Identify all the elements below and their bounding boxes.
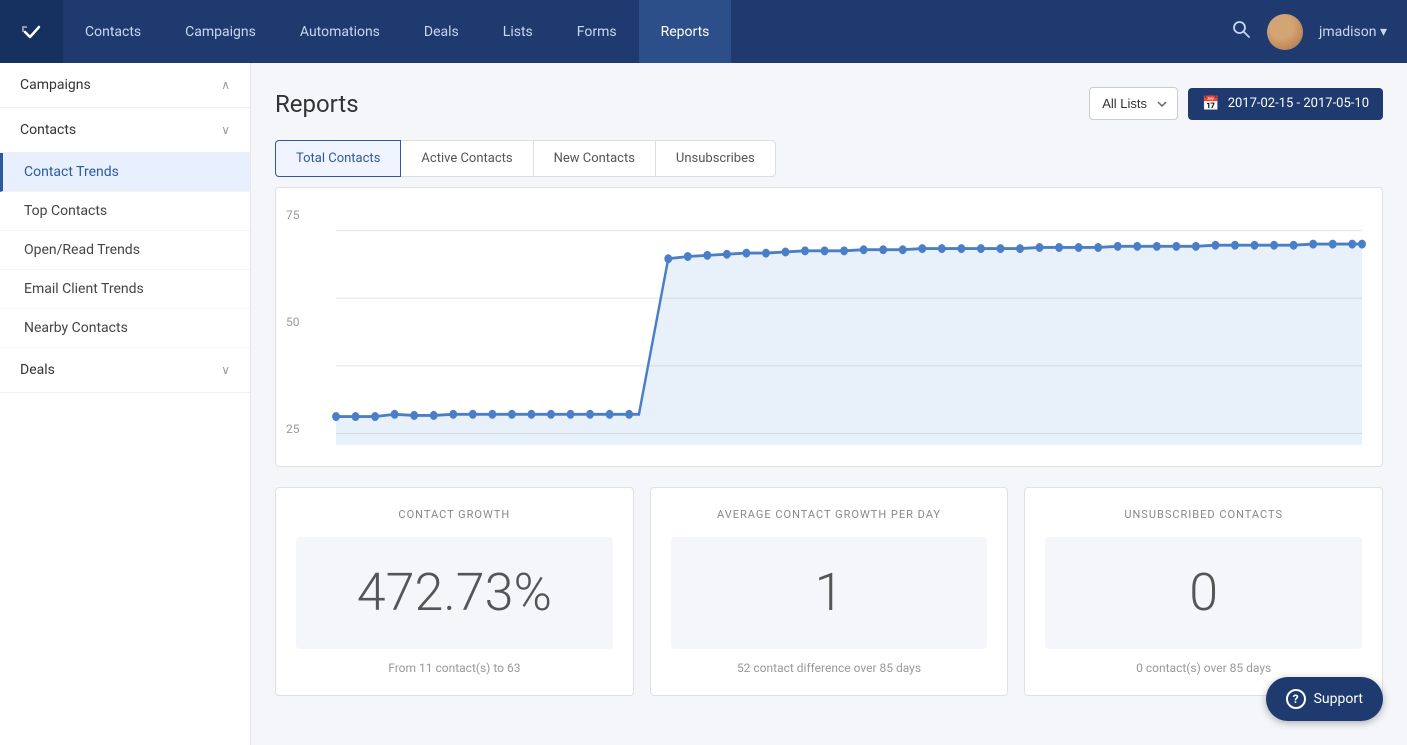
stat-growth-value: 472.73% xyxy=(316,567,593,619)
sidebar-section-campaigns[interactable]: Campaigns ∧ xyxy=(0,63,250,108)
tab-active-contacts[interactable]: Active Contacts xyxy=(400,140,533,177)
deals-chevron: ∨ xyxy=(221,363,230,377)
date-range-text: 2017-02-15 - 2017-05-10 xyxy=(1228,96,1369,111)
stat-avg-box: 1 xyxy=(671,537,988,649)
page-header: Reports All Lists 📅 2017-02-15 - 2017-05… xyxy=(275,87,1383,120)
stat-unsub-label: UNSUBSCRIBED CONTACTS xyxy=(1045,508,1362,521)
nav-deals[interactable]: Deals xyxy=(402,0,481,63)
sidebar-item-email-client-trends[interactable]: Email Client Trends xyxy=(0,270,250,309)
nav-reports[interactable]: Reports xyxy=(639,0,732,63)
sidebar-item-contact-trends[interactable]: Contact Trends xyxy=(0,153,250,192)
main-layout: Campaigns ∧ Contacts ∨ Contact Trends To… xyxy=(0,63,1407,745)
stat-unsub-sub: 0 contact(s) over 85 days xyxy=(1045,661,1362,675)
stat-growth-box: 472.73% xyxy=(296,537,613,649)
chart-y-axis: 75 50 25 xyxy=(286,208,305,436)
chart-svg xyxy=(336,208,1362,456)
chart-container: 75 50 25 xyxy=(275,187,1383,467)
main-content: Reports All Lists 📅 2017-02-15 - 2017-05… xyxy=(251,63,1407,745)
date-range-picker[interactable]: 📅 2017-02-15 - 2017-05-10 xyxy=(1188,88,1383,120)
page-title: Reports xyxy=(275,90,359,118)
sidebar-section-deals[interactable]: Deals ∨ xyxy=(0,348,250,393)
support-button[interactable]: ? Support xyxy=(1266,677,1383,721)
stats-row: CONTACT GROWTH 472.73% From 11 contact(s… xyxy=(275,487,1383,696)
nav-automations[interactable]: Automations xyxy=(278,0,402,63)
stat-avg-sub: 52 contact difference over 85 days xyxy=(671,661,988,675)
top-navigation: Contacts Campaigns Automations Deals Lis… xyxy=(0,0,1407,63)
stat-growth-label: CONTACT GROWTH xyxy=(296,508,613,521)
stat-card-unsubscribed: UNSUBSCRIBED CONTACTS 0 0 contact(s) ove… xyxy=(1024,487,1383,696)
sidebar: Campaigns ∧ Contacts ∨ Contact Trends To… xyxy=(0,63,251,745)
calendar-icon: 📅 xyxy=(1202,96,1219,112)
tab-total-contacts[interactable]: Total Contacts xyxy=(275,140,401,177)
campaigns-chevron: ∧ xyxy=(221,78,230,92)
nav-contacts[interactable]: Contacts xyxy=(63,0,163,63)
stat-card-avg-growth: AVERAGE CONTACT GROWTH PER DAY 1 52 cont… xyxy=(650,487,1009,696)
header-controls: All Lists 📅 2017-02-15 - 2017-05-10 xyxy=(1089,87,1383,120)
nav-right: jmadison ▾ xyxy=(1231,14,1407,50)
nav-forms[interactable]: Forms xyxy=(555,0,639,63)
stat-unsub-box: 0 xyxy=(1045,537,1362,649)
user-name[interactable]: jmadison ▾ xyxy=(1319,24,1387,40)
stat-card-growth: CONTACT GROWTH 472.73% From 11 contact(s… xyxy=(275,487,634,696)
stat-avg-value: 1 xyxy=(691,567,968,619)
support-label: Support xyxy=(1314,691,1363,707)
y-label-25: 25 xyxy=(286,422,300,436)
search-icon[interactable] xyxy=(1231,19,1251,44)
tab-new-contacts[interactable]: New Contacts xyxy=(533,140,656,177)
stat-unsub-value: 0 xyxy=(1065,567,1342,619)
contacts-chevron: ∨ xyxy=(221,123,230,137)
nav-lists[interactable]: Lists xyxy=(481,0,555,63)
stat-avg-label: AVERAGE CONTACT GROWTH PER DAY xyxy=(671,508,988,521)
y-label-75: 75 xyxy=(286,208,300,222)
y-label-50: 50 xyxy=(286,315,300,329)
nav-items: Contacts Campaigns Automations Deals Lis… xyxy=(63,0,1231,63)
sidebar-item-top-contacts[interactable]: Top Contacts xyxy=(0,192,250,231)
tab-unsubscribes[interactable]: Unsubscribes xyxy=(655,140,776,177)
tabs: Total Contacts Active Contacts New Conta… xyxy=(275,140,1383,177)
support-icon: ? xyxy=(1286,689,1306,709)
sidebar-section-contacts[interactable]: Contacts ∨ xyxy=(0,108,250,153)
sidebar-item-open-read-trends[interactable]: Open/Read Trends xyxy=(0,231,250,270)
stat-growth-sub: From 11 contact(s) to 63 xyxy=(296,661,613,675)
app-logo[interactable] xyxy=(0,0,63,63)
list-select[interactable]: All Lists xyxy=(1089,87,1178,120)
nav-campaigns[interactable]: Campaigns xyxy=(163,0,278,63)
sidebar-item-nearby-contacts[interactable]: Nearby Contacts xyxy=(0,309,250,348)
avatar[interactable] xyxy=(1267,14,1303,50)
